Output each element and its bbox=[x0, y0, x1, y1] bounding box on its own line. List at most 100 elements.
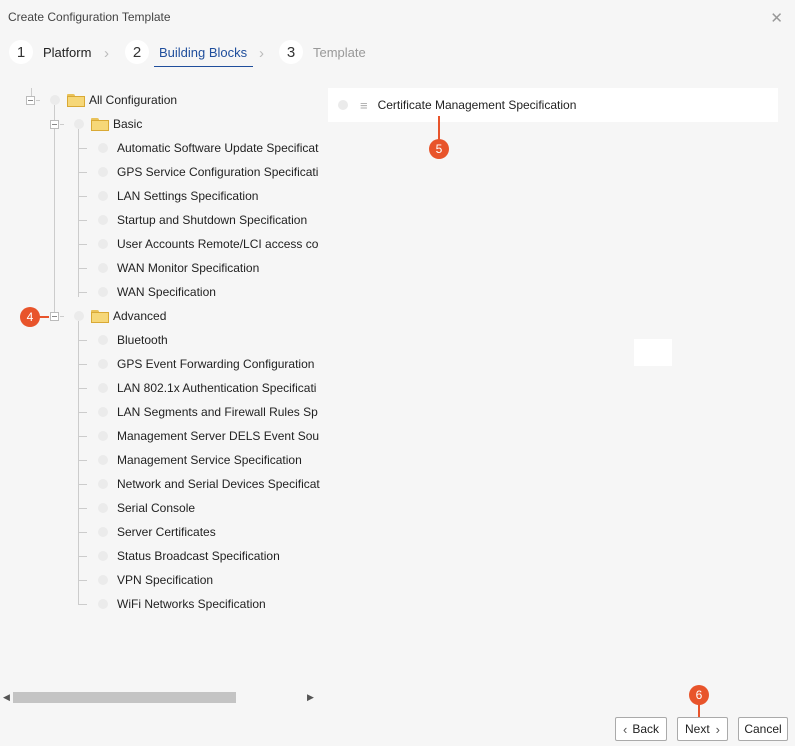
tree-checkbox[interactable] bbox=[74, 311, 84, 321]
tree-line bbox=[78, 508, 87, 509]
drag-handle-icon[interactable]: ≡ bbox=[360, 98, 368, 113]
tree-node-label: Advanced bbox=[113, 309, 167, 323]
tree-line bbox=[78, 172, 87, 173]
tree-node-basic[interactable]: Basic bbox=[50, 112, 142, 136]
collapse-icon[interactable] bbox=[50, 311, 59, 321]
tree-checkbox[interactable] bbox=[98, 263, 108, 273]
collapse-icon[interactable] bbox=[26, 95, 35, 105]
wizard-steps: 1 Platform › 2 Building Blocks › 3 Templ… bbox=[0, 37, 795, 67]
tree-line bbox=[78, 196, 87, 197]
tree-checkbox[interactable] bbox=[74, 119, 84, 129]
tree-item-label: WAN Specification bbox=[117, 285, 216, 299]
tree-line bbox=[78, 532, 87, 533]
tree-item[interactable]: GPS Service Configuration Specificati bbox=[98, 160, 318, 184]
tree-checkbox[interactable] bbox=[98, 503, 108, 513]
chevron-right-icon: › bbox=[104, 45, 109, 62]
tree-line bbox=[54, 105, 55, 317]
back-button[interactable]: ‹ Back bbox=[615, 717, 667, 741]
tree-checkbox[interactable] bbox=[98, 599, 108, 609]
tree-item-label: User Accounts Remote/LCI access co bbox=[117, 237, 319, 251]
tree-item[interactable]: Serial Console bbox=[98, 496, 195, 520]
tree-checkbox[interactable] bbox=[98, 239, 108, 249]
tree-checkbox[interactable] bbox=[98, 479, 108, 489]
chevron-right-icon: › bbox=[715, 721, 721, 737]
tree-node-label: All Configuration bbox=[89, 93, 178, 107]
chevron-right-icon: › bbox=[259, 45, 264, 62]
tree-checkbox[interactable] bbox=[98, 335, 108, 345]
collapse-icon[interactable] bbox=[50, 119, 59, 129]
tree-checkbox[interactable] bbox=[98, 191, 108, 201]
step-template[interactable]: 3 Template bbox=[279, 37, 366, 67]
tree-item-label: Management Server DELS Event Sou bbox=[117, 429, 320, 443]
tree-checkbox[interactable] bbox=[98, 167, 108, 177]
step-label: Building Blocks bbox=[159, 44, 248, 60]
step-building-blocks[interactable]: 2 Building Blocks bbox=[125, 37, 247, 67]
tree-line bbox=[78, 364, 87, 365]
list-item-label: Certificate Management Specification bbox=[377, 98, 577, 112]
tree-item-label: GPS Service Configuration Specificati bbox=[117, 165, 319, 179]
tree-item[interactable]: Automatic Software Update Specificat bbox=[98, 136, 318, 160]
tree-checkbox[interactable] bbox=[98, 407, 108, 417]
tree-checkbox[interactable] bbox=[98, 287, 108, 297]
dialog-title: Create Configuration Template bbox=[8, 10, 171, 24]
tree-checkbox[interactable] bbox=[98, 575, 108, 585]
folder-icon bbox=[91, 117, 109, 131]
tree-item[interactable]: LAN Settings Specification bbox=[98, 184, 258, 208]
tree-item[interactable]: Startup and Shutdown Specification bbox=[98, 208, 307, 232]
tree-item[interactable]: LAN Segments and Firewall Rules Sp bbox=[98, 400, 318, 424]
cancel-button[interactable]: Cancel bbox=[738, 717, 788, 741]
tree-item-label: VPN Specification bbox=[117, 573, 214, 587]
tree-item[interactable]: Status Broadcast Specification bbox=[98, 544, 280, 568]
tree-item-label: WAN Monitor Specification bbox=[117, 261, 260, 275]
tree-line bbox=[78, 340, 87, 341]
scroll-left-icon[interactable]: ◀ bbox=[3, 692, 10, 703]
tree-line bbox=[78, 148, 87, 149]
tree-item[interactable]: Management Service Specification bbox=[98, 448, 302, 472]
tree-checkbox[interactable] bbox=[98, 215, 108, 225]
tree-item[interactable]: Network and Serial Devices Specificat bbox=[98, 472, 320, 496]
tree-line bbox=[78, 292, 87, 293]
tree-checkbox[interactable] bbox=[98, 431, 108, 441]
tree-item[interactable]: Bluetooth bbox=[98, 328, 168, 352]
tree-item[interactable]: Management Server DELS Event Sou bbox=[98, 424, 319, 448]
list-item[interactable]: ≡ Certificate Management Specification bbox=[328, 88, 778, 122]
tree-item-label: Bluetooth bbox=[117, 333, 168, 347]
tree-item-label: Automatic Software Update Specificat bbox=[117, 141, 319, 155]
annotation-badge-5: 5 bbox=[429, 139, 449, 159]
building-blocks-tree: All Configuration Basic Automatic Softwa… bbox=[0, 88, 320, 688]
tree-checkbox[interactable] bbox=[98, 527, 108, 537]
tree-line bbox=[78, 460, 87, 461]
item-checkbox[interactable] bbox=[338, 100, 348, 110]
tree-line bbox=[78, 244, 87, 245]
step-number: 1 bbox=[9, 40, 33, 64]
tree-checkbox[interactable] bbox=[50, 95, 60, 105]
tree-item-label: LAN 802.1x Authentication Specificati bbox=[117, 381, 317, 395]
folder-icon bbox=[67, 93, 85, 107]
tree-item[interactable]: GPS Event Forwarding Configuration bbox=[98, 352, 314, 376]
tree-checkbox[interactable] bbox=[98, 455, 108, 465]
tree-node-advanced[interactable]: Advanced bbox=[50, 304, 166, 328]
horizontal-scrollbar[interactable]: ◀ ▶ bbox=[0, 690, 318, 706]
tree-node-all-configuration[interactable]: All Configuration bbox=[26, 88, 177, 112]
tree-checkbox[interactable] bbox=[98, 359, 108, 369]
step-platform[interactable]: 1 Platform bbox=[9, 37, 91, 67]
tree-item[interactable]: WiFi Networks Specification bbox=[98, 592, 266, 616]
close-icon[interactable]: ✕ bbox=[770, 9, 783, 27]
tree-item[interactable]: VPN Specification bbox=[98, 568, 213, 592]
scroll-right-icon[interactable]: ▶ bbox=[307, 692, 314, 703]
next-button[interactable]: Next › bbox=[677, 717, 728, 741]
tree-checkbox[interactable] bbox=[98, 143, 108, 153]
tree-item[interactable]: Server Certificates bbox=[98, 520, 216, 544]
scrollbar-thumb[interactable] bbox=[13, 692, 236, 703]
tree-checkbox[interactable] bbox=[98, 551, 108, 561]
tree-item-label: Server Certificates bbox=[117, 525, 216, 539]
tree-item-label: GPS Event Forwarding Configuration bbox=[117, 357, 315, 371]
tree-line bbox=[78, 604, 87, 605]
tree-item[interactable]: User Accounts Remote/LCI access co bbox=[98, 232, 318, 256]
tree-item[interactable]: WAN Monitor Specification bbox=[98, 256, 259, 280]
tree-checkbox[interactable] bbox=[98, 383, 108, 393]
annotation-badge-6: 6 bbox=[689, 685, 709, 705]
step-number: 2 bbox=[125, 40, 149, 64]
tree-item[interactable]: WAN Specification bbox=[98, 280, 216, 304]
tree-item[interactable]: LAN 802.1x Authentication Specificati bbox=[98, 376, 316, 400]
